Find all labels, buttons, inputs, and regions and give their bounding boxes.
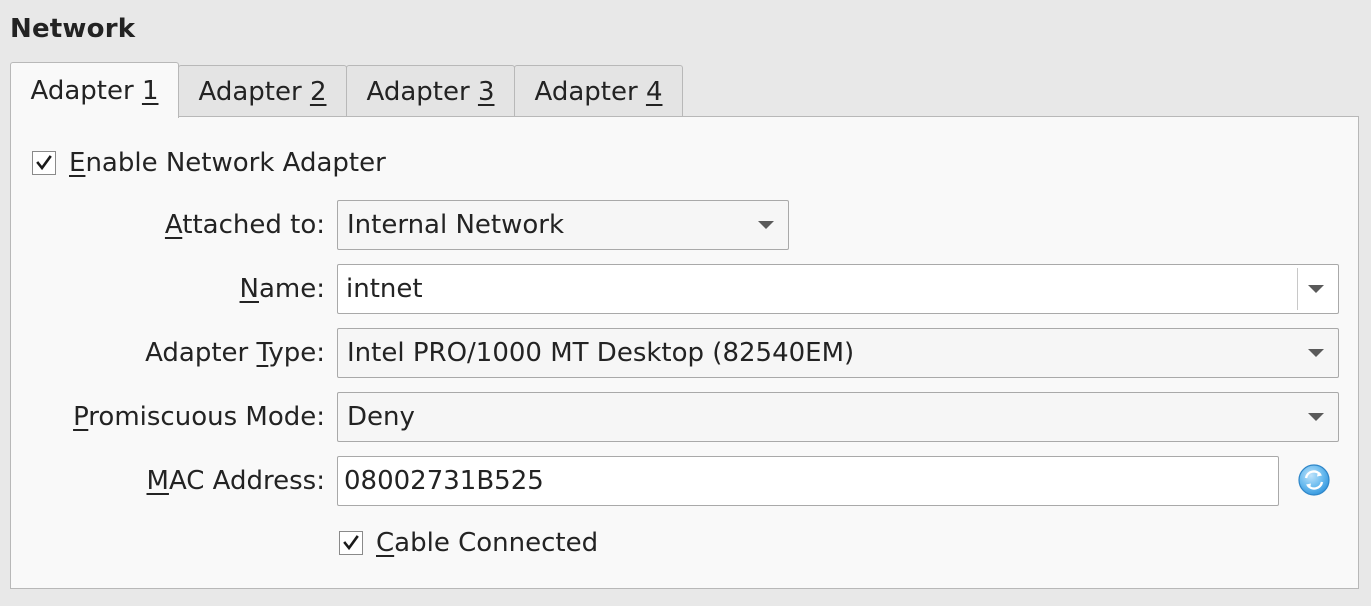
tab-adapter-4-label-mnemonic: 4 <box>645 76 663 107</box>
tab-adapter-1[interactable]: Adapter 1 <box>10 62 179 118</box>
chevron-down-icon <box>758 221 774 229</box>
enable-network-adapter-mnemonic: E <box>69 148 86 178</box>
cable-connected-mnemonic: C <box>376 528 395 558</box>
attached-to-label-mnemonic: A <box>164 210 183 240</box>
attached-to-label-rest: ttached to: <box>182 210 325 240</box>
name-label-rest: ame: <box>258 274 325 304</box>
check-icon <box>343 535 359 551</box>
check-icon <box>36 155 52 171</box>
tab-adapter-2-label-mnemonic: 2 <box>309 76 327 107</box>
enable-network-adapter-checkbox[interactable] <box>32 151 56 175</box>
cable-connected-label-rest: able Connected <box>394 528 599 558</box>
tab-adapter-2[interactable]: Adapter 2 <box>178 65 347 117</box>
tab-adapter-3-label-mnemonic: 3 <box>477 76 495 107</box>
cable-connected-checkbox[interactable] <box>339 531 363 555</box>
adapter-type-label-mnemonic: T <box>256 338 269 368</box>
tab-adapter-4[interactable]: Adapter 4 <box>514 65 683 117</box>
tab-adapter-2-label-prefix: Adapter <box>198 76 310 107</box>
refresh-icon[interactable] <box>1297 463 1331 497</box>
adapter-type-label-rest: ype: <box>268 338 325 368</box>
attached-to-value: Internal Network <box>347 210 565 240</box>
chevron-down-icon[interactable] <box>1308 285 1324 293</box>
chevron-down-icon <box>1308 349 1324 357</box>
attached-to-select[interactable]: Internal Network <box>337 200 789 250</box>
mac-address-label: MAC Address: <box>147 466 326 496</box>
enable-network-adapter-label: Enable Network Adapter <box>69 148 386 178</box>
promiscuous-mode-select[interactable]: Deny <box>337 392 1339 442</box>
tab-adapter-3[interactable]: Adapter 3 <box>346 65 515 117</box>
name-input-value[interactable]: intnet <box>346 274 423 304</box>
tab-adapter-4-label-prefix: Adapter <box>534 76 646 107</box>
mac-address-value[interactable]: 08002731B525 <box>344 466 544 496</box>
name-label: Name: <box>240 274 325 304</box>
tab-adapter-1-label-prefix: Adapter <box>30 75 142 106</box>
enable-network-adapter-option[interactable]: Enable Network Adapter <box>32 148 386 178</box>
combo-separator <box>1297 268 1298 310</box>
adapter-type-label: Adapter Type: <box>145 338 325 368</box>
promiscuous-mode-label-rest: romiscuous Mode: <box>88 402 325 432</box>
mac-address-input[interactable]: 08002731B525 <box>337 456 1279 506</box>
enable-network-adapter-label-rest: nable Network Adapter <box>85 148 386 178</box>
tab-adapter-1-label-mnemonic: 1 <box>141 75 159 106</box>
adapter-type-value: Intel PRO/1000 MT Desktop (82540EM) <box>347 338 855 368</box>
cable-connected-label: Cable Connected <box>376 528 598 558</box>
mac-address-label-mnemonic: M <box>146 466 169 496</box>
mac-address-label-rest: AC Address: <box>168 466 325 496</box>
attached-to-label: Attached to: <box>165 210 325 240</box>
tab-adapter-3-label-prefix: Adapter <box>366 76 478 107</box>
promiscuous-mode-label: Promiscuous Mode: <box>73 402 325 432</box>
section-title: Network <box>10 14 136 44</box>
name-label-mnemonic: N <box>239 274 259 304</box>
promiscuous-mode-value: Deny <box>347 402 415 432</box>
chevron-down-icon <box>1308 413 1324 421</box>
adapter-type-label-prefix: Adapter <box>145 338 257 368</box>
adapter-type-select[interactable]: Intel PRO/1000 MT Desktop (82540EM) <box>337 328 1339 378</box>
name-combobox[interactable]: intnet <box>337 264 1339 314</box>
cable-connected-option[interactable]: Cable Connected <box>339 528 598 558</box>
promiscuous-mode-label-mnemonic: P <box>73 402 89 432</box>
